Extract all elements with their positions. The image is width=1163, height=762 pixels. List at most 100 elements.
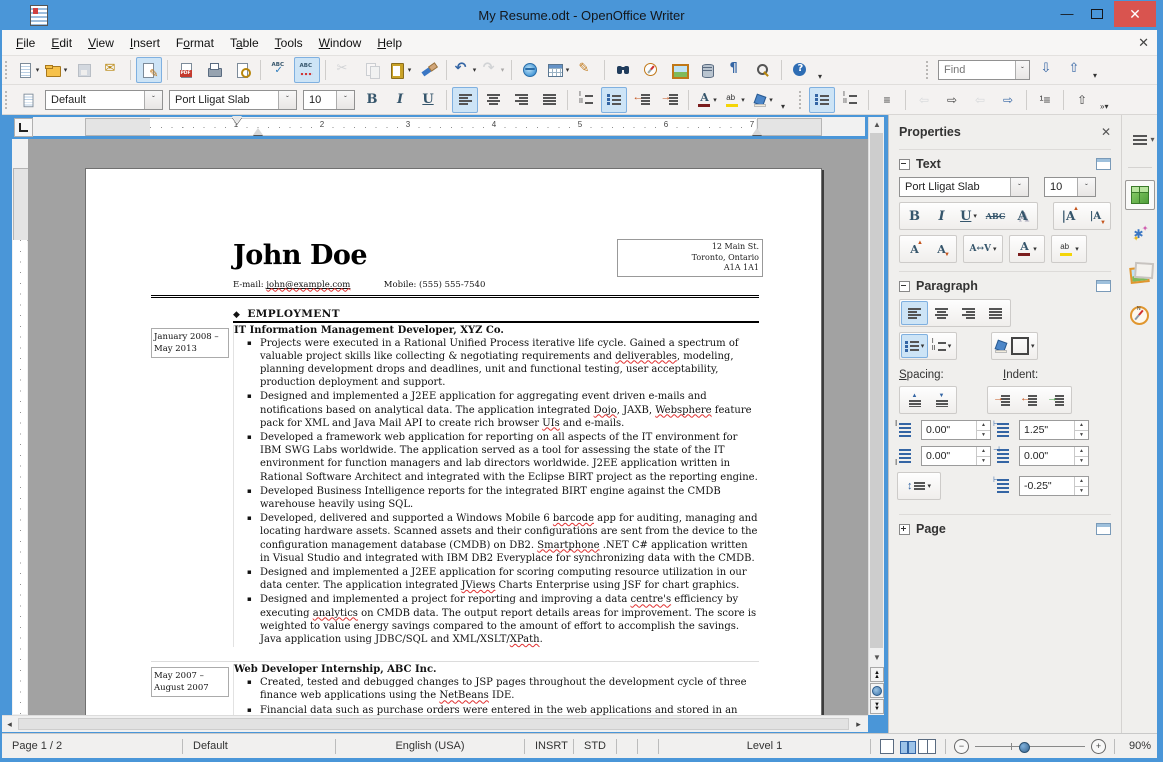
- scroll-left-icon[interactable]: ◂: [2, 717, 17, 732]
- styles-and-formatting-button[interactable]: [15, 87, 41, 113]
- email-link[interactable]: john@example.com: [266, 280, 350, 290]
- decrease-spacing-button[interactable]: ▼: [928, 388, 955, 412]
- scroll-right-icon[interactable]: ▸: [851, 717, 866, 732]
- job-bullet[interactable]: Designed and implemented a J2EE applicat…: [234, 390, 759, 430]
- no-list-button[interactable]: ≡: [874, 87, 900, 113]
- insert-unnumbered-entry-button[interactable]: ¹≡: [1032, 87, 1058, 113]
- align-right-button[interactable]: [508, 87, 534, 113]
- job-bullet[interactable]: Designed and implemented a J2EE applicat…: [234, 566, 759, 592]
- sidebar-font-size-dropdown-icon[interactable]: ˇ: [1077, 178, 1095, 196]
- font-name-combobox[interactable]: Port Lligat Slab ˇ: [169, 89, 297, 110]
- formatting-marks-button[interactable]: [722, 57, 748, 83]
- before-indent-field[interactable]: 1.25" ▲ ▼: [1019, 420, 1089, 440]
- menu-table[interactable]: Table: [222, 36, 267, 50]
- bullets-toolbar-grip[interactable]: [799, 90, 805, 109]
- maximize-button[interactable]: [1082, 0, 1112, 27]
- clone-formatting-button[interactable]: [415, 57, 441, 83]
- tab-gallery[interactable]: [1125, 260, 1155, 290]
- vertical-scroll-thumb[interactable]: [870, 133, 883, 648]
- bullet-list-button[interactable]: [601, 86, 627, 113]
- find-replace-button[interactable]: [610, 57, 636, 83]
- sidebar-increase-indent-button[interactable]: [989, 388, 1016, 412]
- formatting-toolbar-grip[interactable]: [5, 90, 10, 109]
- superscript-button[interactable]: A ▲: [901, 237, 928, 261]
- email-document-button[interactable]: [99, 57, 125, 83]
- collapse-icon[interactable]: [899, 280, 910, 292]
- page-style-status[interactable]: Default: [183, 734, 335, 758]
- paragraph-style-combobox[interactable]: Default ˇ: [45, 89, 163, 110]
- right-indent-marker[interactable]: [752, 128, 762, 135]
- font-size-dropdown-icon[interactable]: ˇ: [336, 90, 354, 109]
- sidebar-justify-button[interactable]: [982, 301, 1009, 325]
- resume-name[interactable]: John Doe: [233, 239, 617, 277]
- language-status[interactable]: English (USA): [336, 734, 524, 758]
- sidebar-highlighting-button[interactable]: ▾: [1053, 237, 1085, 261]
- bullet-list-button[interactable]: [809, 86, 836, 113]
- close-document-icon[interactable]: ✕: [1138, 35, 1149, 51]
- tab-styles-and-formatting[interactable]: [1125, 220, 1155, 250]
- resume-address[interactable]: 12 Main St. Toronto, Ontario A1A 1A1: [617, 239, 763, 277]
- print-button[interactable]: [201, 57, 227, 83]
- toolbar-grip[interactable]: [5, 61, 10, 79]
- sidebar-strikethrough-button[interactable]: ABC: [982, 204, 1009, 228]
- menu-tools[interactable]: Tools: [267, 36, 311, 50]
- find-input[interactable]: [938, 63, 1015, 77]
- close-button[interactable]: ✕: [1114, 1, 1156, 27]
- italic-button[interactable]: I: [387, 87, 413, 113]
- vertical-scrollbar[interactable]: ▲ ▼ ▲ ▲ ▼ ▼: [868, 117, 884, 715]
- numbered-list-button[interactable]: [837, 87, 863, 113]
- data-sources-button[interactable]: [694, 57, 720, 83]
- resume-contact[interactable]: E-mail: john@example.com Mobile: (555) 5…: [233, 280, 759, 294]
- decrease-indent-button[interactable]: [629, 87, 655, 113]
- job-bullet[interactable]: Financial data such as purchase orders w…: [234, 704, 759, 715]
- job-bullet[interactable]: Developed, delivered and supported a Win…: [234, 512, 759, 565]
- below-spacing-field[interactable]: 0.00" ▲ ▼: [921, 446, 991, 466]
- find-toolbar-overflow-icon[interactable]: ▾: [1093, 71, 1097, 83]
- justify-button[interactable]: [536, 87, 562, 113]
- sidebar-font-color-button[interactable]: ▾: [1011, 237, 1043, 261]
- scroll-down-icon[interactable]: ▼: [869, 650, 885, 665]
- sidebar-bullet-list-button[interactable]: ▾: [901, 334, 928, 358]
- sidebar-numbered-list-button[interactable]: ▾: [928, 334, 955, 358]
- sidebar-italic-button[interactable]: I: [928, 204, 955, 228]
- zoom-button[interactable]: [750, 57, 776, 83]
- sidebar-menu-button[interactable]: [1125, 125, 1155, 155]
- undo-button[interactable]: ▾: [452, 57, 478, 83]
- redo-dropdown-icon[interactable]: ▾: [501, 66, 505, 74]
- hyperlink-button[interactable]: [517, 57, 543, 83]
- first-line-indent-marker[interactable]: [232, 116, 242, 124]
- minimize-button[interactable]: —: [1052, 0, 1082, 27]
- next-page-button[interactable]: ▼ ▼: [870, 699, 884, 714]
- menu-format[interactable]: Format: [168, 36, 222, 50]
- job-bullet[interactable]: Projects were executed in a Rational Uni…: [234, 337, 759, 390]
- horizontal-scroll-thumb[interactable]: [18, 718, 849, 730]
- save-button[interactable]: [71, 57, 97, 83]
- numbered-list-button[interactable]: [573, 87, 599, 113]
- gallery-button[interactable]: [666, 57, 692, 83]
- spelling-button[interactable]: [266, 57, 292, 83]
- promote-sublevels-button[interactable]: ⇦: [967, 87, 993, 113]
- text-section-header[interactable]: Text: [899, 149, 1111, 171]
- increase-font-button[interactable]: |A ▲: [1055, 204, 1082, 228]
- sidebar-decrease-indent-button[interactable]: [1016, 388, 1043, 412]
- sidebar-underline-button[interactable]: U ▾: [955, 204, 982, 228]
- left-indent-marker[interactable]: [253, 128, 263, 135]
- horizontal-ruler[interactable]: 1234567: [33, 117, 865, 136]
- scroll-up-icon[interactable]: ▲: [869, 117, 885, 132]
- find-next-button[interactable]: [1034, 57, 1060, 83]
- signature-status[interactable]: [638, 734, 658, 758]
- align-left-button[interactable]: [452, 86, 478, 113]
- new-document-dropdown-icon[interactable]: ▾: [36, 66, 40, 74]
- draw-functions-button[interactable]: [573, 57, 599, 83]
- decrease-font-button[interactable]: |A ▼: [1082, 204, 1109, 228]
- font-dropdown-icon[interactable]: ˇ: [278, 90, 296, 109]
- zoom-slider[interactable]: [975, 740, 1085, 753]
- move-up-button[interactable]: ⇧: [1069, 87, 1095, 113]
- paste-button[interactable]: ▾: [387, 57, 413, 83]
- sidebar-shadow-button[interactable]: A: [1009, 204, 1036, 228]
- insert-mode-status[interactable]: INSRT: [525, 734, 573, 758]
- single-page-view-button[interactable]: [880, 738, 894, 754]
- bullets-overflow-icon[interactable]: »▾: [1100, 102, 1108, 114]
- navigator-button[interactable]: [638, 57, 664, 83]
- align-center-button[interactable]: [480, 87, 506, 113]
